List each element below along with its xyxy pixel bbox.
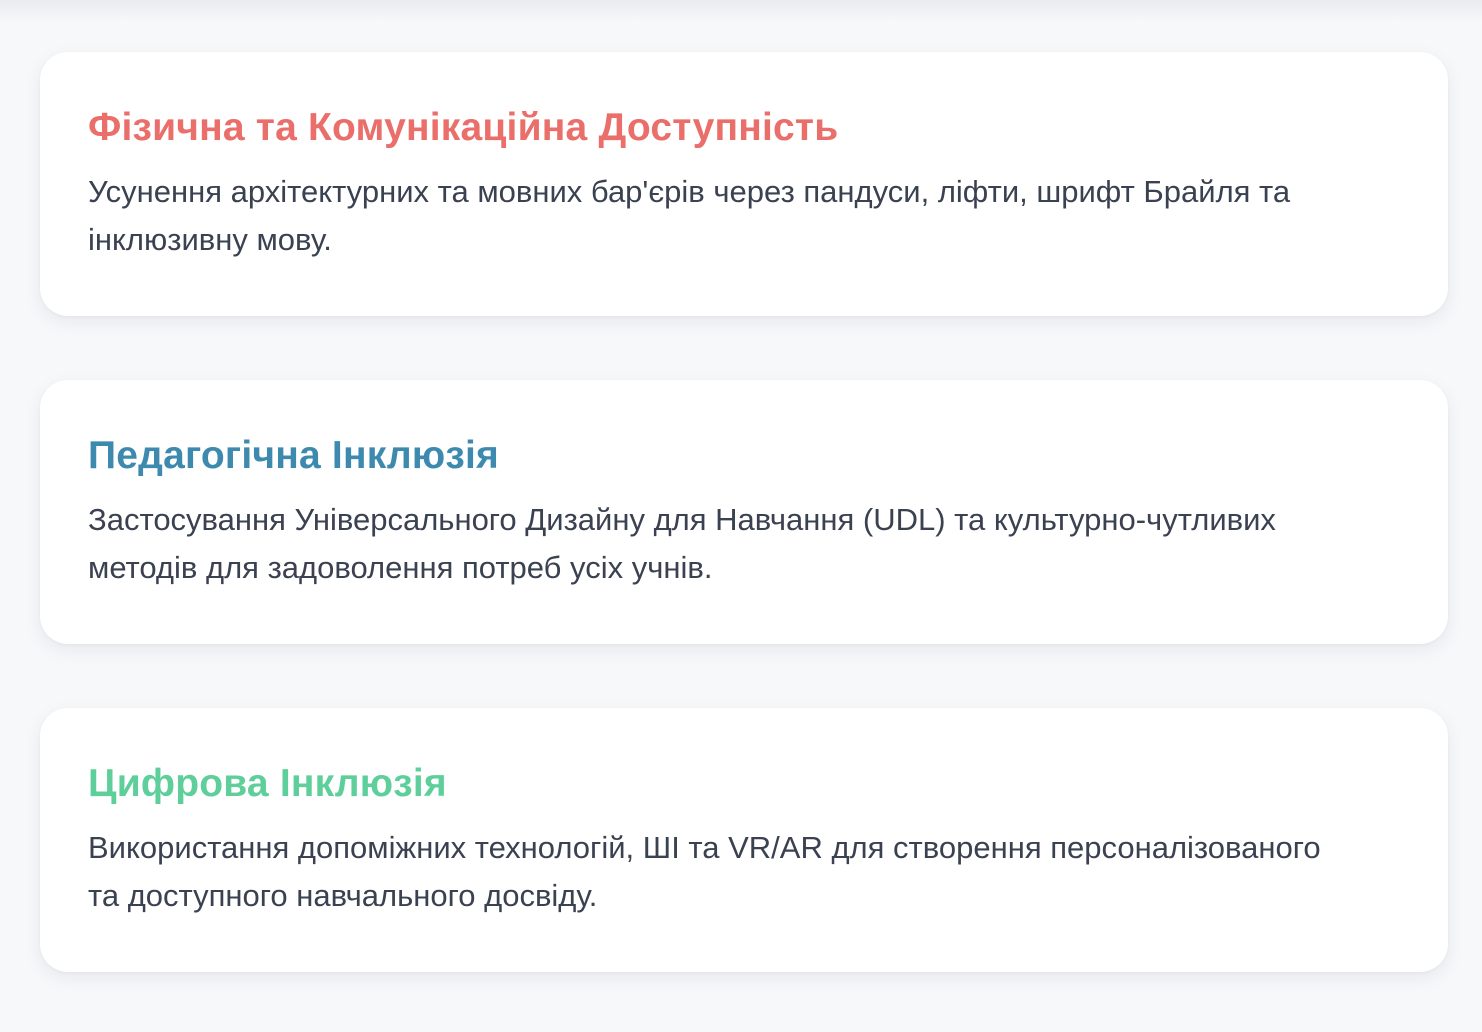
card-description: Використання допоміжних технологій, ШІ т… xyxy=(88,830,1321,913)
card-description: Усунення архітектурних та мовних бар'єрі… xyxy=(88,174,1291,257)
card-title: Цифрова Інклюзія xyxy=(88,762,447,805)
card-description: Застосування Універсального Дизайну для … xyxy=(88,502,1276,585)
scroll-edge-shadow xyxy=(0,0,1482,22)
card-pedagogical-inclusion: Педагогічна Інклюзія Застосування Універ… xyxy=(40,380,1448,644)
card-digital-inclusion: Цифрова Інклюзія Використання допоміжних… xyxy=(40,708,1448,972)
card-title: Педагогічна Інклюзія xyxy=(88,434,499,477)
card-title: Фізична та Комунікаційна Доступність xyxy=(88,106,839,149)
card-physical-accessibility: Фізична та Комунікаційна Доступність Усу… xyxy=(40,52,1448,316)
